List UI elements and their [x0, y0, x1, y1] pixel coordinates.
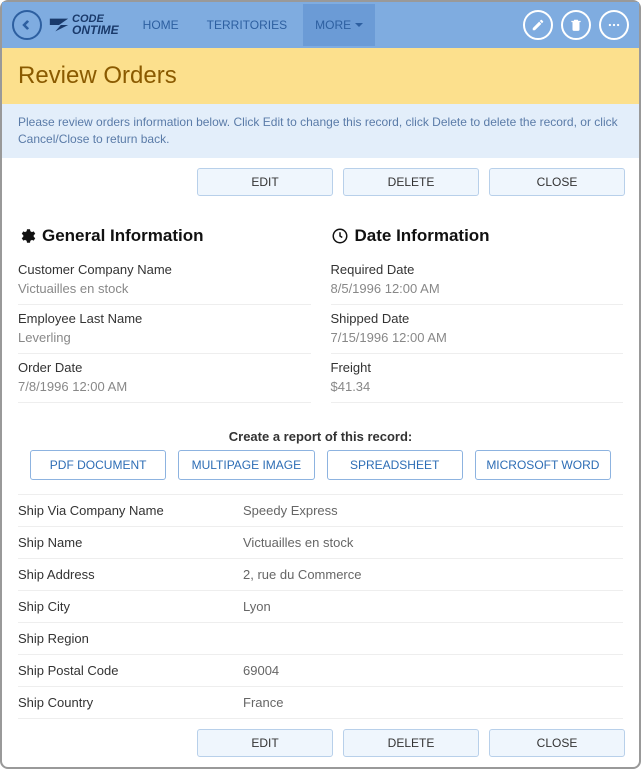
nav-home[interactable]: HOME — [131, 4, 191, 46]
logo-text: CODE ONTIME — [72, 15, 119, 35]
page-title: Review Orders — [18, 62, 623, 90]
report-word-button[interactable]: MICROSOFT WORD — [475, 450, 611, 480]
nav: HOME TERRITORIES MORE — [131, 4, 375, 46]
back-arrow-icon-path — [19, 17, 35, 33]
edit-button-bottom[interactable]: EDIT — [197, 729, 333, 757]
edit-button[interactable]: EDIT — [197, 168, 333, 196]
orderdate-field: Order Date 7/8/1996 12:00 AM — [18, 354, 311, 403]
report-pdf-button[interactable]: PDF DOCUMENT — [30, 450, 166, 480]
edit-icon-button[interactable] — [523, 10, 553, 40]
ship-postal-value: 69004 — [243, 663, 279, 678]
employee-label: Employee Last Name — [18, 311, 311, 326]
shipped-value: 7/15/1996 12:00 AM — [331, 330, 624, 345]
ship-city-label: Ship City — [18, 599, 243, 614]
report-spreadsheet-button[interactable]: SPREADSHEET — [327, 450, 463, 480]
title-bar: Review Orders — [2, 48, 639, 104]
nav-more-label: MORE — [315, 18, 351, 32]
employee-field: Employee Last Name Leverling — [18, 305, 311, 354]
ship-region-label: Ship Region — [18, 631, 243, 646]
required-field: Required Date 8/5/1996 12:00 AM — [331, 256, 624, 305]
freight-value: $41.34 — [331, 379, 624, 394]
customer-label: Customer Company Name — [18, 262, 311, 277]
ship-region-row: Ship Region — [18, 623, 623, 655]
ship-addr-row: Ship Address 2, rue du Commerce — [18, 559, 623, 591]
ship-country-value: France — [243, 695, 283, 710]
required-value: 8/5/1996 12:00 AM — [331, 281, 624, 296]
ship-country-row: Ship Country France — [18, 687, 623, 719]
ship-via-row: Ship Via Company Name Speedy Express — [18, 494, 623, 527]
chevron-down-icon — [355, 23, 363, 27]
orderdate-label: Order Date — [18, 360, 311, 375]
dots-icon — [607, 18, 621, 32]
more-icon-button[interactable] — [599, 10, 629, 40]
ship-via-label: Ship Via Company Name — [18, 503, 243, 518]
trash-icon — [569, 18, 583, 32]
clock-icon — [331, 227, 349, 245]
close-button-bottom[interactable]: CLOSE — [489, 729, 625, 757]
report-multipage-button[interactable]: MULTIPAGE IMAGE — [178, 450, 314, 480]
logo[interactable]: CODE ONTIME — [48, 15, 119, 35]
action-row-bottom: EDIT DELETE CLOSE — [2, 719, 639, 767]
nav-more[interactable]: MORE — [303, 4, 375, 46]
close-button[interactable]: CLOSE — [489, 168, 625, 196]
ship-via-value: Speedy Express — [243, 503, 338, 518]
dates-section: Date Information Required Date 8/5/1996 … — [331, 226, 624, 403]
nav-territories[interactable]: TERRITORIES — [195, 4, 299, 46]
freight-field: Freight $41.34 — [331, 354, 624, 403]
pencil-icon — [531, 18, 545, 32]
customer-value: Victuailles en stock — [18, 281, 311, 296]
general-section: General Information Customer Company Nam… — [18, 226, 311, 403]
back-button[interactable] — [12, 10, 42, 40]
ship-table: Ship Via Company Name Speedy Express Shi… — [2, 494, 639, 719]
delete-button[interactable]: DELETE — [343, 168, 479, 196]
ship-addr-value: 2, rue du Commerce — [243, 567, 362, 582]
dates-title: Date Information — [355, 226, 490, 246]
logo-line2: ONTIME — [72, 25, 119, 35]
report-buttons: PDF DOCUMENT MULTIPAGE IMAGE SPREADSHEET… — [2, 450, 639, 494]
ship-city-row: Ship City Lyon — [18, 591, 623, 623]
delete-icon-button[interactable] — [561, 10, 591, 40]
ship-country-label: Ship Country — [18, 695, 243, 710]
delete-button-bottom[interactable]: DELETE — [343, 729, 479, 757]
orderdate-value: 7/8/1996 12:00 AM — [18, 379, 311, 394]
logo-wing-icon — [48, 16, 70, 34]
freight-label: Freight — [331, 360, 624, 375]
shipped-label: Shipped Date — [331, 311, 624, 326]
ship-postal-row: Ship Postal Code 69004 — [18, 655, 623, 687]
ship-postal-label: Ship Postal Code — [18, 663, 243, 678]
gear-icon — [18, 227, 36, 245]
ship-city-value: Lyon — [243, 599, 271, 614]
employee-value: Leverling — [18, 330, 311, 345]
ship-name-value: Victuailles en stock — [243, 535, 353, 550]
topbar: CODE ONTIME HOME TERRITORIES MORE — [2, 2, 639, 48]
ship-addr-label: Ship Address — [18, 567, 243, 582]
ship-name-label: Ship Name — [18, 535, 243, 550]
ship-name-row: Ship Name Victuailles en stock — [18, 527, 623, 559]
general-title: General Information — [42, 226, 204, 246]
action-row-top: EDIT DELETE CLOSE — [2, 158, 639, 206]
info-bar: Please review orders information below. … — [2, 104, 639, 158]
customer-field: Customer Company Name Victuailles en sto… — [18, 256, 311, 305]
shipped-field: Shipped Date 7/15/1996 12:00 AM — [331, 305, 624, 354]
sections: General Information Customer Company Nam… — [2, 206, 639, 411]
required-label: Required Date — [331, 262, 624, 277]
report-title: Create a report of this record: — [2, 411, 639, 450]
